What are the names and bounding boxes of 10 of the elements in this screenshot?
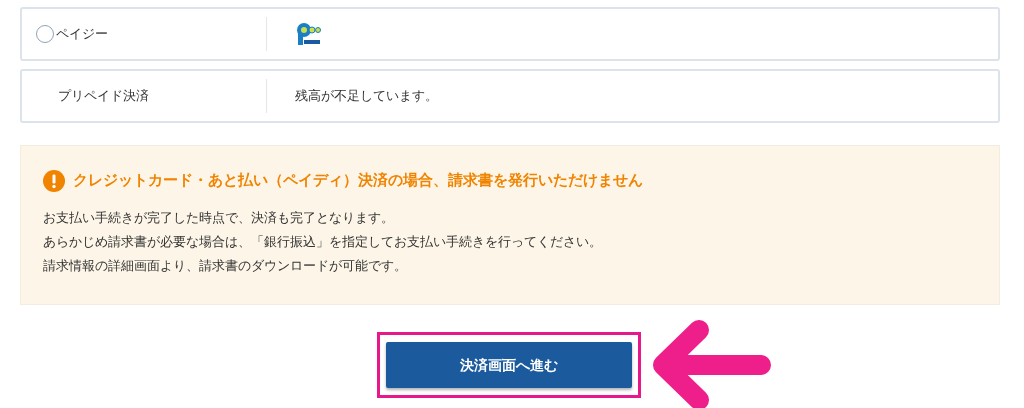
status-text: 残高が不足しています。 [295, 88, 438, 104]
warning-icon [43, 170, 65, 192]
notice-title: クレジットカード・あと払い（ペイディ）決済の場合、請求書を発行いただけません [73, 171, 643, 191]
proceed-button[interactable]: 決済画面へ進む [386, 342, 632, 388]
notice-text: あらかじめ請求書が必要な場合は、「銀行振込」を指定してお支払い手続きを行ってください。 [43, 233, 603, 251]
logo-icon [295, 21, 321, 47]
option-label: プリペイド決済 [57, 87, 149, 106]
notice-text: お支払い手続きが完了した時点で、決済も完了となります。 [43, 209, 395, 227]
option-label: ペイジー [56, 25, 108, 44]
notice-text: 請求情報の詳細画面より、請求書のダウンロードが可能です。 [43, 257, 408, 275]
